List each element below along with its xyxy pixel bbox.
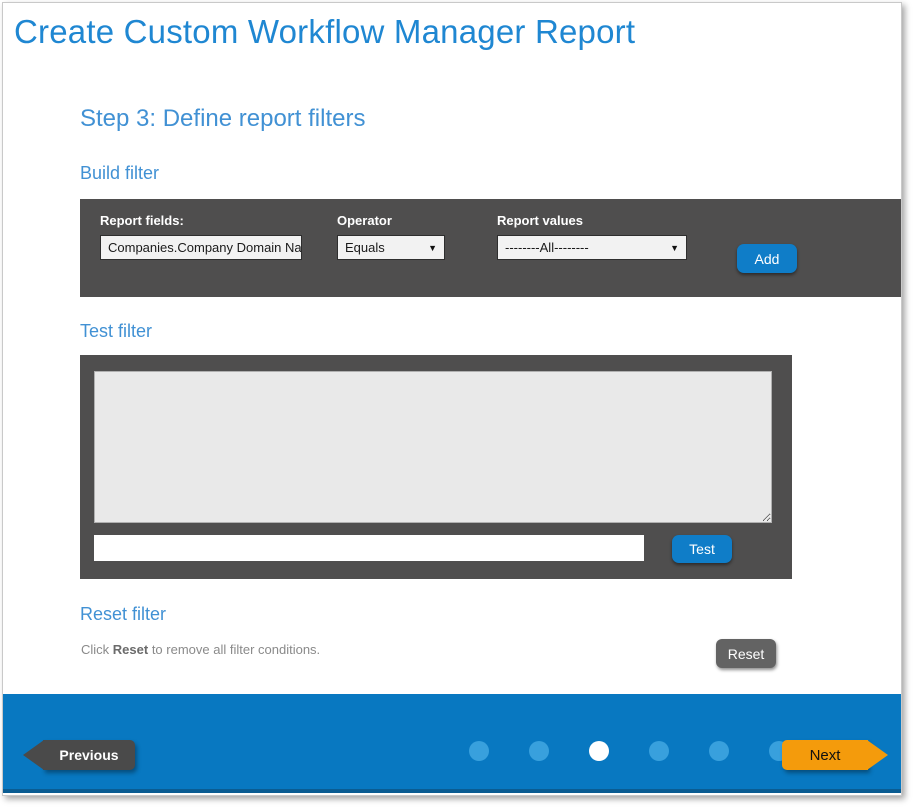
chevron-down-icon: ▼ <box>670 243 679 253</box>
report-values-group: Report values --------All-------- ▼ <box>497 213 687 260</box>
build-filter-heading: Build filter <box>80 163 159 184</box>
test-filter-panel: Test <box>80 355 792 579</box>
report-values-select[interactable]: --------All-------- ▼ <box>497 235 687 260</box>
chevron-down-icon: ▼ <box>428 243 437 253</box>
test-filter-heading: Test filter <box>80 321 152 342</box>
reset-instruction-prefix: Click <box>81 642 113 657</box>
report-fields-selected-value: Companies.Company Domain Na <box>108 240 302 255</box>
wizard-step-dots <box>469 741 789 761</box>
reset-instruction-suffix: to remove all filter conditions. <box>148 642 320 657</box>
report-values-label: Report values <box>497 213 687 228</box>
report-values-selected-value: --------All-------- <box>505 240 589 255</box>
operator-select[interactable]: Equals ▼ <box>337 235 445 260</box>
wizard-dot-4[interactable] <box>649 741 669 761</box>
next-button[interactable]: Next <box>782 740 868 770</box>
wizard-page: Create Custom Workflow Manager Report St… <box>2 2 902 796</box>
reset-button[interactable]: Reset <box>716 639 776 668</box>
filter-conditions-textarea[interactable] <box>94 371 772 523</box>
operator-group: Operator Equals ▼ <box>337 213 445 260</box>
previous-button[interactable]: Previous <box>43 740 135 770</box>
wizard-dot-5[interactable] <box>709 741 729 761</box>
add-button[interactable]: Add <box>737 244 797 273</box>
report-fields-select[interactable]: Companies.Company Domain Na ▼ <box>100 235 302 260</box>
test-button[interactable]: Test <box>672 535 732 563</box>
wizard-dot-3[interactable] <box>589 741 609 761</box>
reset-filter-heading: Reset filter <box>80 604 166 625</box>
report-fields-label: Report fields: <box>100 213 302 228</box>
operator-selected-value: Equals <box>345 240 385 255</box>
build-filter-panel: Report fields: Companies.Company Domain … <box>80 199 902 297</box>
page-title: Create Custom Workflow Manager Report <box>14 13 635 51</box>
reset-instruction-text: Click Reset to remove all filter conditi… <box>81 642 320 657</box>
test-value-input[interactable] <box>94 535 644 561</box>
wizard-nav-bar: Previous Next <box>3 694 901 793</box>
operator-label: Operator <box>337 213 445 228</box>
wizard-dot-1[interactable] <box>469 741 489 761</box>
wizard-dot-2[interactable] <box>529 741 549 761</box>
report-fields-group: Report fields: Companies.Company Domain … <box>100 213 302 260</box>
step-heading: Step 3: Define report filters <box>80 105 365 133</box>
reset-instruction-bold: Reset <box>113 642 148 657</box>
